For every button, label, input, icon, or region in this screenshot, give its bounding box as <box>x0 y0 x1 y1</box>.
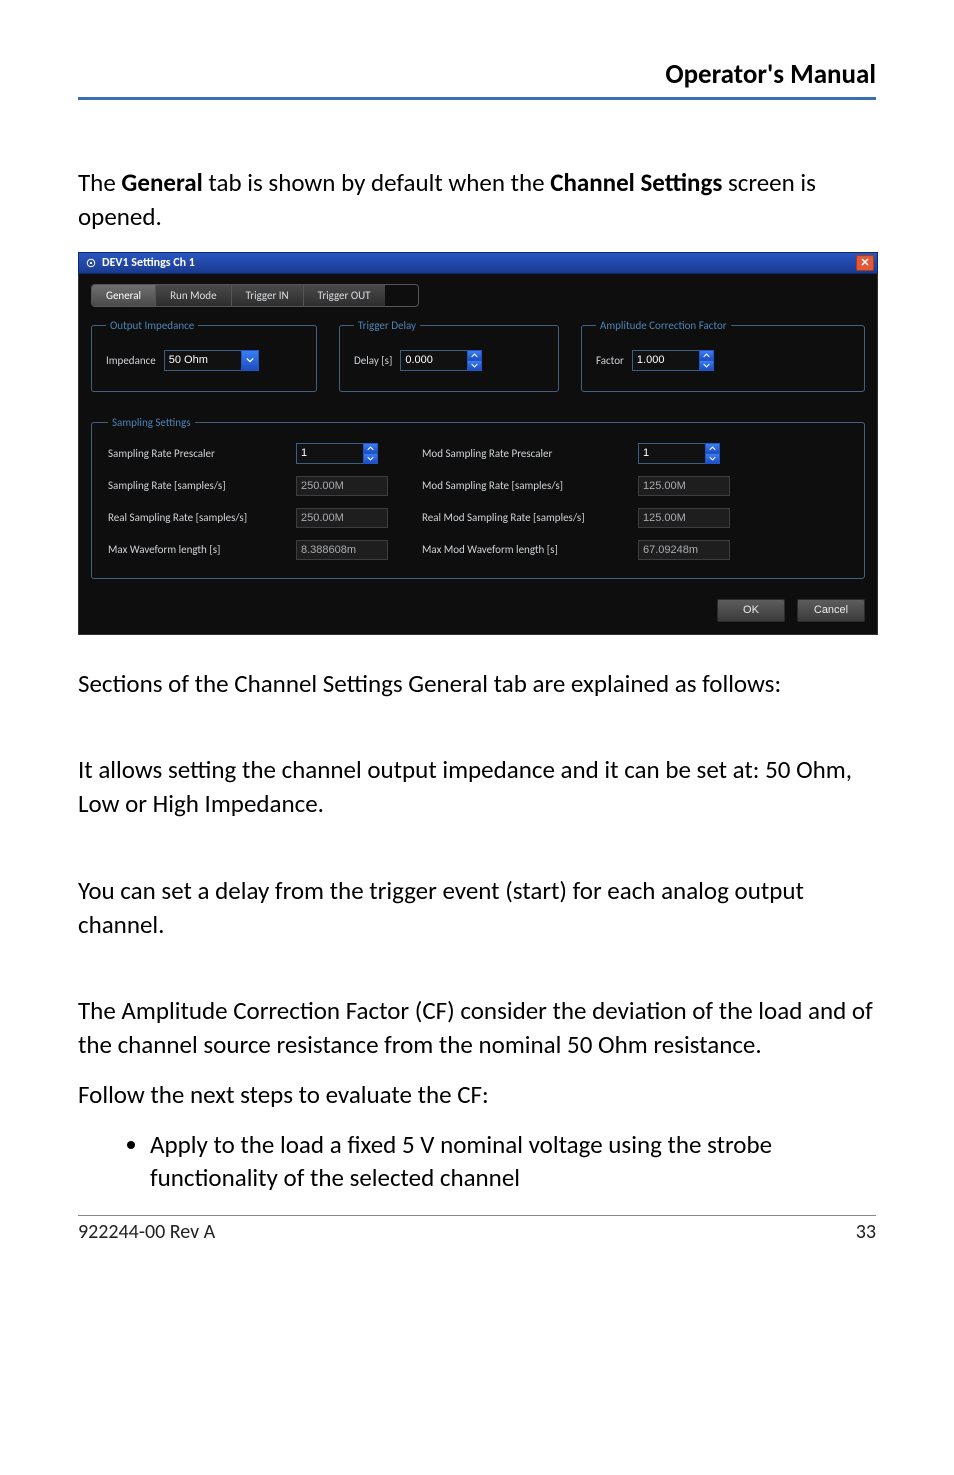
gear-icon <box>85 257 97 269</box>
footer: 922244-00 Rev A 33 <box>78 1216 876 1244</box>
chevron-down-icon[interactable] <box>699 360 714 371</box>
tab-trigger-out[interactable]: Trigger OUT <box>304 285 385 306</box>
ok-button[interactable]: OK <box>717 599 785 622</box>
samp-prescaler-spinner[interactable] <box>296 443 416 464</box>
chevron-down-icon[interactable] <box>363 453 378 464</box>
group-sampling-settings: Sampling Settings Sampling Rate Prescale… <box>91 416 865 579</box>
para-cf: The Amplitude Correction Factor (CF) con… <box>78 994 876 1062</box>
real-samp-rate-value <box>296 508 388 528</box>
para-impedance: It allows setting the channel output imp… <box>78 753 876 821</box>
max-wave-len-value <box>296 540 388 560</box>
mod-prescaler-value[interactable] <box>638 443 706 464</box>
samp-label: Max Waveform length [s] <box>108 543 290 556</box>
cancel-button[interactable]: Cancel <box>797 599 865 622</box>
header-rule <box>78 97 876 100</box>
close-icon: ✕ <box>860 256 869 269</box>
delay-spinner[interactable] <box>400 350 482 371</box>
close-button[interactable]: ✕ <box>856 255 874 271</box>
intro-bold2: Channel Settings <box>550 167 722 198</box>
samp-label: Sampling Rate [samples/s] <box>108 479 290 492</box>
samp-label: Max Mod Waveform length [s] <box>422 543 632 556</box>
impedance-label: Impedance <box>106 354 156 367</box>
footer-page: 33 <box>856 1220 876 1244</box>
samp-label: Sampling Rate Prescaler <box>108 447 290 460</box>
group-legend: Output Impedance <box>106 319 198 332</box>
impedance-select[interactable] <box>164 350 259 371</box>
samp-label: Real Mod Sampling Rate [samples/s] <box>422 511 632 524</box>
para-cf-intro: Follow the next steps to evaluate the CF… <box>78 1078 876 1112</box>
intro-text: tab is shown by default when the <box>203 167 551 198</box>
group-trigger-delay: Trigger Delay Delay [s] <box>339 319 559 392</box>
delay-value[interactable] <box>400 350 468 371</box>
tab-general[interactable]: General <box>92 285 156 306</box>
dialog-title: DEV1 Settings Ch 1 <box>102 256 195 270</box>
samp-label: Mod Sampling Rate [samples/s] <box>422 479 632 492</box>
intro-bold1: General <box>121 167 202 198</box>
factor-label: Factor <box>596 354 624 367</box>
settings-dialog: DEV1 Settings Ch 1 ✕ General Run Mode Tr… <box>78 252 878 635</box>
factor-row: Factor <box>596 350 850 371</box>
cf-steps-list: Apply to the load a fixed 5 V nominal vo… <box>78 1128 876 1196</box>
chevron-down-icon[interactable] <box>467 360 482 371</box>
tab-run-mode[interactable]: Run Mode <box>156 285 231 306</box>
group-amplitude-correction: Amplitude Correction Factor Factor <box>581 319 865 392</box>
para-sections: Sections of the Channel Settings General… <box>78 667 876 701</box>
button-bar: OK Cancel <box>91 599 865 622</box>
list-item: Apply to the load a fixed 5 V nominal vo… <box>150 1128 876 1196</box>
factor-value[interactable] <box>632 350 700 371</box>
tab-strip: General Run Mode Trigger IN Trigger OUT <box>91 284 419 307</box>
page-header: Operator's Manual <box>78 58 876 91</box>
samp-prescaler-value[interactable] <box>296 443 364 464</box>
group-output-impedance: Output Impedance Impedance <box>91 319 317 392</box>
mod-prescaler-spinner[interactable] <box>638 443 738 464</box>
spinner-buttons <box>699 350 714 371</box>
tab-trigger-in[interactable]: Trigger IN <box>232 285 304 306</box>
sampling-grid: Sampling Rate Prescaler Mod Sampling Rat… <box>108 443 848 560</box>
chevron-down-icon[interactable] <box>241 350 259 371</box>
dialog-body: General Run Mode Trigger IN Trigger OUT … <box>78 274 878 635</box>
samp-rate-value <box>296 476 388 496</box>
spinner-buttons <box>467 350 482 371</box>
footer-docid: 922244-00 Rev A <box>78 1220 215 1244</box>
intro-paragraph: The General tab is shown by default when… <box>78 166 876 234</box>
para-delay: You can set a delay from the trigger eve… <box>78 874 876 942</box>
group-legend: Trigger Delay <box>354 319 420 332</box>
impedance-value[interactable] <box>164 350 242 371</box>
mod-samp-rate-value <box>638 476 730 496</box>
samp-label: Mod Sampling Rate Prescaler <box>422 447 632 460</box>
delay-label: Delay [s] <box>354 354 392 367</box>
samp-label: Real Sampling Rate [samples/s] <box>108 511 290 524</box>
factor-spinner[interactable] <box>632 350 714 371</box>
real-mod-samp-rate-value <box>638 508 730 528</box>
spinner-buttons <box>705 443 720 464</box>
impedance-row: Impedance <box>106 350 302 371</box>
group-legend: Sampling Settings <box>108 416 195 429</box>
delay-row: Delay [s] <box>354 350 544 371</box>
intro-text: The <box>78 167 121 198</box>
spinner-buttons <box>363 443 378 464</box>
chevron-down-icon[interactable] <box>705 453 720 464</box>
group-legend: Amplitude Correction Factor <box>596 319 731 332</box>
max-mod-wave-len-value <box>638 540 730 560</box>
groups-row: Output Impedance Impedance Trigger Delay <box>91 319 865 392</box>
titlebar: DEV1 Settings Ch 1 ✕ <box>78 252 878 274</box>
